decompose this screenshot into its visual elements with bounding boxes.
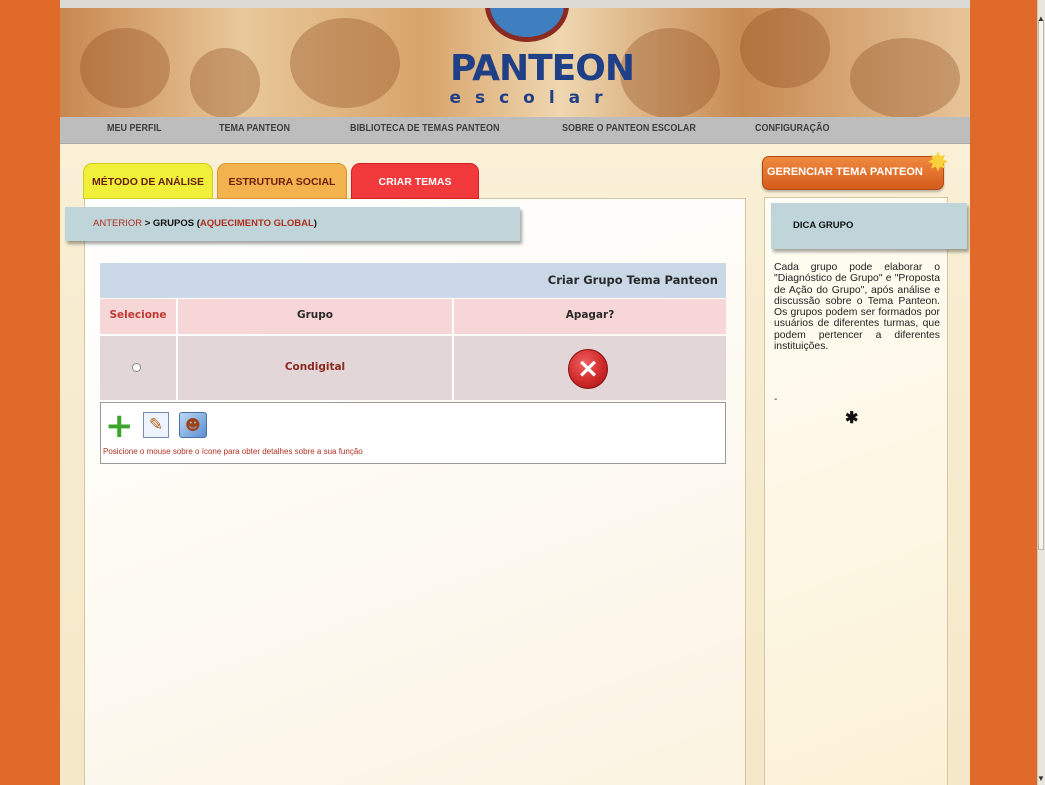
gerenciar-tema-button[interactable]: GERENCIAR TEMA PANTEON <box>762 156 944 190</box>
page-container: PANTEON escolar MEU PERFIL TEMA PANTEON … <box>60 8 970 785</box>
breadcrumb-back-link[interactable]: ANTERIOR <box>93 218 142 229</box>
delete-icon[interactable]: × <box>568 349 608 389</box>
banner-photo-shape <box>80 28 170 108</box>
breadcrumb-separator: > <box>142 218 153 229</box>
group-icon[interactable]: ☻ <box>179 412 207 438</box>
dica-text: Cada grupo pode elaborar o "Diagnóstico … <box>774 262 940 353</box>
add-icon[interactable]: + <box>105 409 134 443</box>
logo-emblem-icon <box>485 8 569 42</box>
edit-icon[interactable]: ✎ <box>143 412 169 438</box>
column-divider <box>176 299 178 334</box>
nav-item-tema-panteon[interactable]: TEMA PANTEON <box>219 123 290 134</box>
sparkle-icon: ✸ <box>927 147 949 177</box>
asterisk-icon: ✱ <box>845 410 859 427</box>
banner-photo-shape <box>620 28 720 117</box>
column-header-selecione: Selecione <box>109 309 167 321</box>
banner-photo-shape <box>850 38 960 117</box>
nav-item-sobre[interactable]: SOBRE O PANTEON ESCOLAR <box>562 123 696 134</box>
breadcrumb-current: GRUPOS <box>152 218 195 229</box>
background-right <box>970 0 1037 785</box>
top-edge <box>0 0 1045 8</box>
groups-table-header-row: Selecione Grupo Apagar? <box>100 299 726 334</box>
column-header-apagar: Apagar? <box>565 309 615 321</box>
dica-dash: - <box>774 394 778 405</box>
column-divider <box>176 336 178 400</box>
tab-metodo-de-analise[interactable]: MÉTODO DE ANÁLISE <box>83 163 213 199</box>
group-name-condigital[interactable]: Condigital <box>178 361 452 373</box>
logo-subtitle: escolar <box>449 88 617 108</box>
background-left <box>0 0 60 785</box>
main-nav: MEU PERFIL TEMA PANTEON BIBLIOTECA DE TE… <box>60 117 970 144</box>
logo-title: PANTEON <box>450 48 635 89</box>
groups-table-title: Criar Grupo Tema Panteon <box>100 263 726 298</box>
scrollbar-thumb[interactable] <box>1038 20 1044 550</box>
scroll-down-arrow-icon[interactable]: ▼ <box>1037 774 1045 784</box>
scroll-up-arrow-icon[interactable]: ▲ <box>1037 14 1045 24</box>
banner-photo-shape <box>740 8 830 88</box>
breadcrumb-close-paren: ) <box>313 218 317 229</box>
nav-item-meu-perfil[interactable]: MEU PERFIL <box>107 123 162 134</box>
column-header-grupo: Grupo <box>296 309 333 321</box>
tab-estrutura-social[interactable]: ESTRUTURA SOCIAL <box>217 163 347 199</box>
toolbar-hint-text: Posicione o mouse sobre o ícone para obt… <box>103 447 363 456</box>
column-divider <box>452 336 454 400</box>
nav-item-configuracao[interactable]: CONFIGURAÇÃO <box>755 123 830 134</box>
column-divider <box>452 299 454 334</box>
tab-criar-temas[interactable]: CRIAR TEMAS <box>351 163 479 199</box>
breadcrumb: ANTERIOR > GRUPOS (AQUECIMENTO GLOBAL) <box>65 207 520 241</box>
select-group-radio[interactable] <box>132 363 141 372</box>
header-banner: PANTEON escolar <box>60 8 970 117</box>
nav-item-biblioteca[interactable]: BIBLIOTECA DE TEMAS PANTEON <box>350 123 500 134</box>
table-row: Condigital <box>100 336 726 400</box>
banner-photo-shape <box>190 48 260 117</box>
dica-title: DICA GRUPO <box>771 203 967 249</box>
breadcrumb-topic: AQUECIMENTO GLOBAL <box>199 218 314 229</box>
banner-photo-shape <box>290 18 400 108</box>
